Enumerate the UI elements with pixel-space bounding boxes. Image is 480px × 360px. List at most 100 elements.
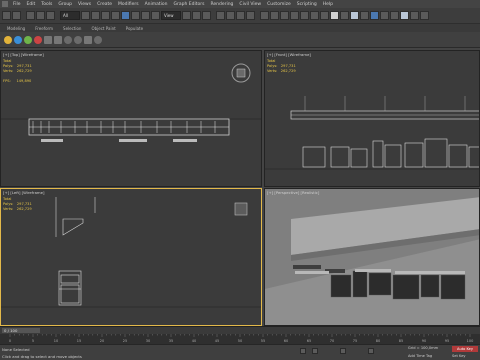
time-slider[interactable]: 0 / 100 xyxy=(2,328,40,333)
pivot-center-icon[interactable] xyxy=(182,11,191,20)
redo-icon[interactable] xyxy=(12,11,21,20)
menu-group[interactable]: Group xyxy=(55,2,75,7)
menu-modifiers[interactable]: Modifiers xyxy=(115,2,142,7)
material-editor-icon[interactable] xyxy=(330,11,339,20)
viewcube-icon[interactable] xyxy=(231,63,251,83)
grid-spacing: Grid = 100,0mm xyxy=(408,346,439,350)
auto-key-button[interactable]: Auto Key xyxy=(452,346,478,352)
menu-graph-editors[interactable]: Graph Editors xyxy=(171,2,208,7)
undo-icon[interactable] xyxy=(2,11,11,20)
red-dot-icon[interactable] xyxy=(34,35,42,44)
add-time-tag[interactable]: Add Time Tag xyxy=(408,354,432,358)
x-coordinate-field[interactable] xyxy=(312,348,318,354)
render-activeshade-icon[interactable] xyxy=(380,11,389,20)
camera-icon[interactable] xyxy=(64,35,72,44)
rectangular-selection-icon[interactable] xyxy=(101,11,110,20)
viewport-perspective-label[interactable]: [+] [Perspective] [Realistic] xyxy=(267,190,319,195)
ribbon-tabs: Modeling Freeform Selection Object Paint… xyxy=(0,24,480,32)
select-by-name-icon[interactable] xyxy=(91,11,100,20)
render-setup-icon[interactable] xyxy=(340,11,349,20)
menu-tools[interactable]: Tools xyxy=(38,2,55,7)
curve-editor-icon[interactable] xyxy=(310,11,319,20)
timeline-tick-label: 30 xyxy=(146,339,150,343)
set-key-button[interactable]: Set Key xyxy=(452,354,466,358)
bind-space-warp-icon[interactable] xyxy=(46,11,55,20)
viewport-perspective[interactable]: [+] [Perspective] [Realistic] xyxy=(264,188,480,326)
select-and-scale-icon[interactable] xyxy=(141,11,150,20)
viewport-left-label[interactable]: [+] [Left] [Wireframe] xyxy=(3,190,44,195)
tab-modeling[interactable]: Modeling xyxy=(2,26,30,31)
helper-icon[interactable] xyxy=(74,35,82,44)
lock-selection-icon[interactable] xyxy=(300,348,306,354)
edit-named-selection-icon[interactable] xyxy=(260,11,269,20)
menu-animation[interactable]: Animation xyxy=(142,2,171,7)
timeline-tick-label: 90 xyxy=(422,339,426,343)
menu-scripting[interactable]: Scripting xyxy=(294,2,320,7)
link-icon[interactable] xyxy=(26,11,35,20)
select-manipulate-icon[interactable] xyxy=(192,11,201,20)
menu-rendering[interactable]: Rendering xyxy=(207,2,236,7)
front-view-wireframe xyxy=(265,96,479,170)
unlink-icon[interactable] xyxy=(36,11,45,20)
viewport-front-label[interactable]: [+] [Front] [Wireframe] xyxy=(267,52,311,57)
tab-selection[interactable]: Selection xyxy=(58,26,86,31)
viewport-left-stats: Total Polys: 297,731 Verts: 262,729 xyxy=(3,197,32,211)
tab-object-paint[interactable]: Object Paint xyxy=(86,26,120,31)
timeline-tick-label: 65 xyxy=(307,339,311,343)
viewcube-left-icon[interactable] xyxy=(234,202,248,216)
scene-explorer-icon[interactable] xyxy=(410,11,419,20)
menu-edit[interactable]: Edit xyxy=(24,2,39,7)
viewport-front[interactable]: [+] [Front] [Wireframe] Total Polys: 297… xyxy=(264,50,480,187)
menu-help[interactable]: Help xyxy=(320,2,336,7)
layer-explorer-icon[interactable] xyxy=(290,11,299,20)
spinner-snap-icon[interactable] xyxy=(246,11,255,20)
left-view-wireframe xyxy=(1,197,261,308)
systems-icon[interactable] xyxy=(94,35,102,44)
track-bar[interactable]: 0 5 10 15 20 25 30 35 40 45 50 55 60 65 70 75 80 85 90 95 10… xyxy=(0,334,480,344)
select-and-move-icon[interactable] xyxy=(121,11,130,20)
app-menu-icon[interactable] xyxy=(2,1,8,7)
snaps-toggle-icon[interactable] xyxy=(216,11,225,20)
timeline-tick-label: 40 xyxy=(192,339,196,343)
align-icon[interactable] xyxy=(280,11,289,20)
schematic-view-icon[interactable] xyxy=(320,11,329,20)
viewport-left[interactable]: [+] [Left] [Wireframe] Total Polys: 297,… xyxy=(0,188,262,326)
a360-render-icon[interactable] xyxy=(390,11,399,20)
timeline[interactable]: 0 / 100 0 5 10 15 20 25 30 35 40 45 50 55 60 65 70 75 80… xyxy=(0,326,480,344)
select-and-rotate-icon[interactable] xyxy=(131,11,140,20)
menu-file[interactable]: File xyxy=(10,2,24,7)
timeline-tick-label: 25 xyxy=(123,339,127,343)
menu-create[interactable]: Create xyxy=(94,2,115,7)
menu-views[interactable]: Views xyxy=(75,2,94,7)
keyboard-shortcut-icon[interactable] xyxy=(202,11,211,20)
open-render-gallery-icon[interactable] xyxy=(400,11,409,20)
angle-snap-icon[interactable] xyxy=(226,11,235,20)
sphere-icon[interactable] xyxy=(14,35,22,44)
menu-customize[interactable]: Customize xyxy=(264,2,294,7)
y-coordinate-field[interactable] xyxy=(340,348,346,354)
render-production-icon[interactable] xyxy=(360,11,369,20)
percent-snap-icon[interactable] xyxy=(236,11,245,20)
tab-populate[interactable]: Populate xyxy=(121,26,148,31)
z-coordinate-field[interactable] xyxy=(368,348,374,354)
selection-filter-dropdown[interactable]: All xyxy=(60,11,80,20)
window-crossing-icon[interactable] xyxy=(111,11,120,20)
reference-coordinate-dropdown[interactable]: View xyxy=(161,11,181,20)
shape-icon[interactable] xyxy=(54,35,62,44)
timeline-tick-label: 70 xyxy=(330,339,334,343)
rendered-frame-window-icon[interactable] xyxy=(350,11,359,20)
menu-civil-view[interactable]: Civil View xyxy=(236,2,264,7)
light-bulb-icon[interactable] xyxy=(4,35,12,44)
box-icon[interactable] xyxy=(44,35,52,44)
viewport-top-label[interactable]: [+] [Top] [Wireframe] xyxy=(3,52,44,57)
render-iterative-icon[interactable] xyxy=(370,11,379,20)
mirror-icon[interactable] xyxy=(270,11,279,20)
container-icon[interactable] xyxy=(420,11,429,20)
green-dot-icon[interactable] xyxy=(24,35,32,44)
select-object-icon[interactable] xyxy=(81,11,90,20)
tab-freeform[interactable]: Freeform xyxy=(30,26,58,31)
space-warp-icon[interactable] xyxy=(84,35,92,44)
toggle-ribbon-icon[interactable] xyxy=(300,11,309,20)
viewport-top[interactable]: [+] [Top] [Wireframe] Total Polys: 297,7… xyxy=(0,50,262,187)
select-and-place-icon[interactable] xyxy=(151,11,160,20)
